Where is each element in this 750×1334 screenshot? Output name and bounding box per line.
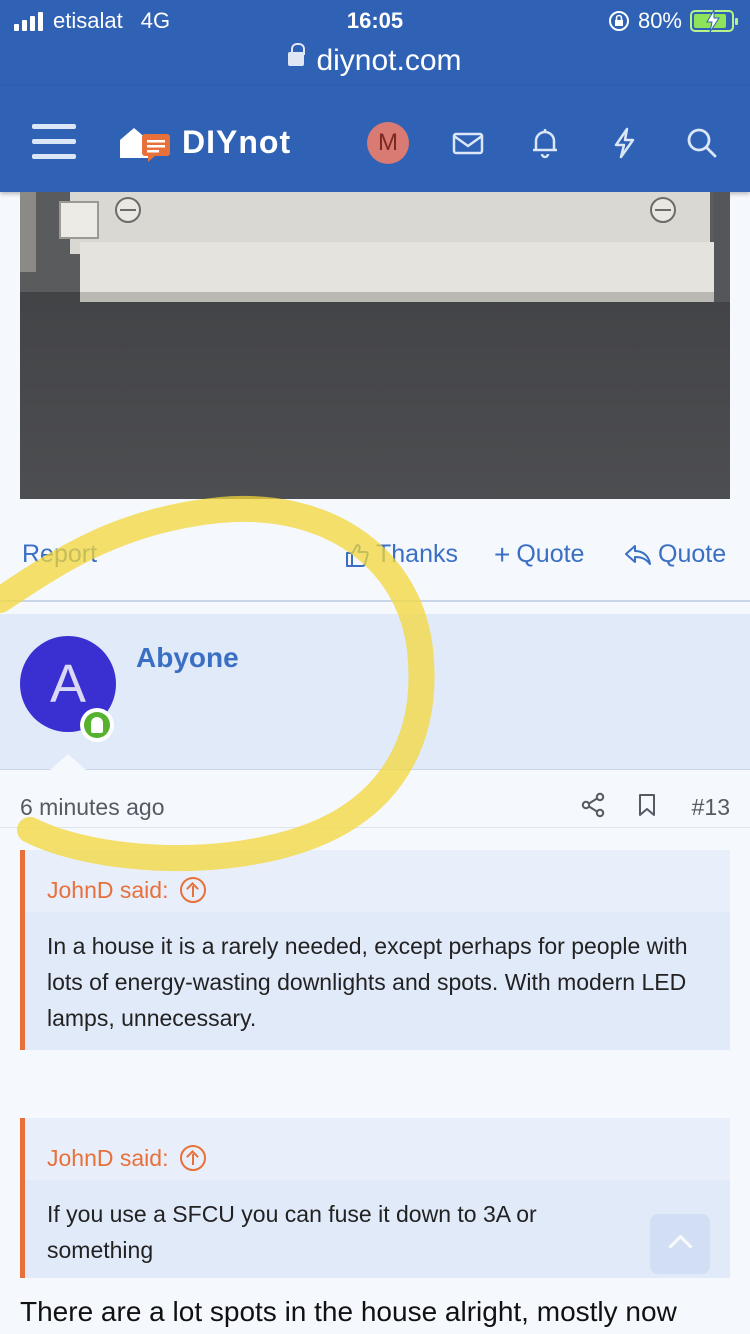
post-number[interactable]: #13 xyxy=(692,794,730,821)
post-time[interactable]: 6 minutes ago xyxy=(20,794,164,821)
thanks-button[interactable]: Thanks xyxy=(344,540,458,569)
battery-percent: 80% xyxy=(637,8,682,33)
orientation-lock-icon xyxy=(608,11,629,31)
account-avatar[interactable]: M xyxy=(367,122,409,164)
share-icon[interactable] xyxy=(580,792,606,818)
battery-icon xyxy=(690,9,738,33)
site-header: DIYnot M xyxy=(0,86,750,192)
reply-icon xyxy=(625,544,651,565)
bookmark-icon[interactable] xyxy=(634,792,660,818)
lock-icon xyxy=(288,43,306,67)
report-label: Report xyxy=(22,540,98,568)
report-link[interactable]: Report xyxy=(22,540,97,569)
jump-to-quote-icon[interactable] xyxy=(180,877,207,903)
quote-header[interactable]: JohnD said: xyxy=(25,1118,730,1180)
search-icon[interactable] xyxy=(685,126,719,160)
quote-block: JohnD said: If you use a SFCU you can fu… xyxy=(20,1118,730,1278)
plus-icon: + xyxy=(494,538,511,570)
post-body-text: There are a lot spots in the house alrig… xyxy=(20,1296,677,1327)
lightning-icon[interactable] xyxy=(607,126,641,160)
quote-text: If you use a SFCU you can fuse it down t… xyxy=(47,1201,537,1263)
url-domain: diynot.com xyxy=(316,44,462,77)
inbox-icon[interactable] xyxy=(451,126,485,160)
status-bar: etisalat 4G 16:05 80% xyxy=(0,0,750,44)
post-author-name[interactable]: Abyone xyxy=(136,642,239,674)
menu-icon[interactable] xyxy=(32,124,76,160)
logo-text: DIYnot xyxy=(182,123,292,160)
quote-text: In a house it is a rarely needed, except… xyxy=(47,933,688,1031)
jump-to-quote-icon[interactable] xyxy=(180,1145,207,1171)
post-attachment-image[interactable] xyxy=(20,192,730,499)
quote-author: JohnD said: xyxy=(47,876,169,903)
thanks-label: Thanks xyxy=(376,540,458,568)
quote-header[interactable]: JohnD said: xyxy=(25,850,730,912)
post-meta-row: 6 minutes ago #13 xyxy=(0,786,750,828)
address-bar[interactable]: diynot.com xyxy=(0,43,750,86)
multi-quote-label: Quote xyxy=(516,540,585,568)
reply-quote-button[interactable]: Quote xyxy=(624,540,726,569)
multi-quote-button[interactable]: + Quote xyxy=(494,540,584,569)
post-user-block: A Abyone xyxy=(0,614,750,770)
online-status-icon xyxy=(80,708,114,742)
post-actions-bar: Report Thanks + Quote Quote xyxy=(0,530,750,580)
site-logo[interactable]: DIYnot xyxy=(118,122,291,162)
bell-icon[interactable] xyxy=(528,126,562,160)
quote-author: JohnD said: xyxy=(47,1144,169,1171)
thumbs-up-icon xyxy=(346,543,369,567)
reply-quote-label: Quote xyxy=(658,540,727,568)
quote-block: JohnD said: In a house it is a rarely ne… xyxy=(20,850,730,1050)
logo-house-icon xyxy=(120,128,170,162)
user-block-pointer xyxy=(50,754,86,770)
post-divider xyxy=(0,600,750,602)
scroll-to-top-button[interactable] xyxy=(650,1214,710,1274)
